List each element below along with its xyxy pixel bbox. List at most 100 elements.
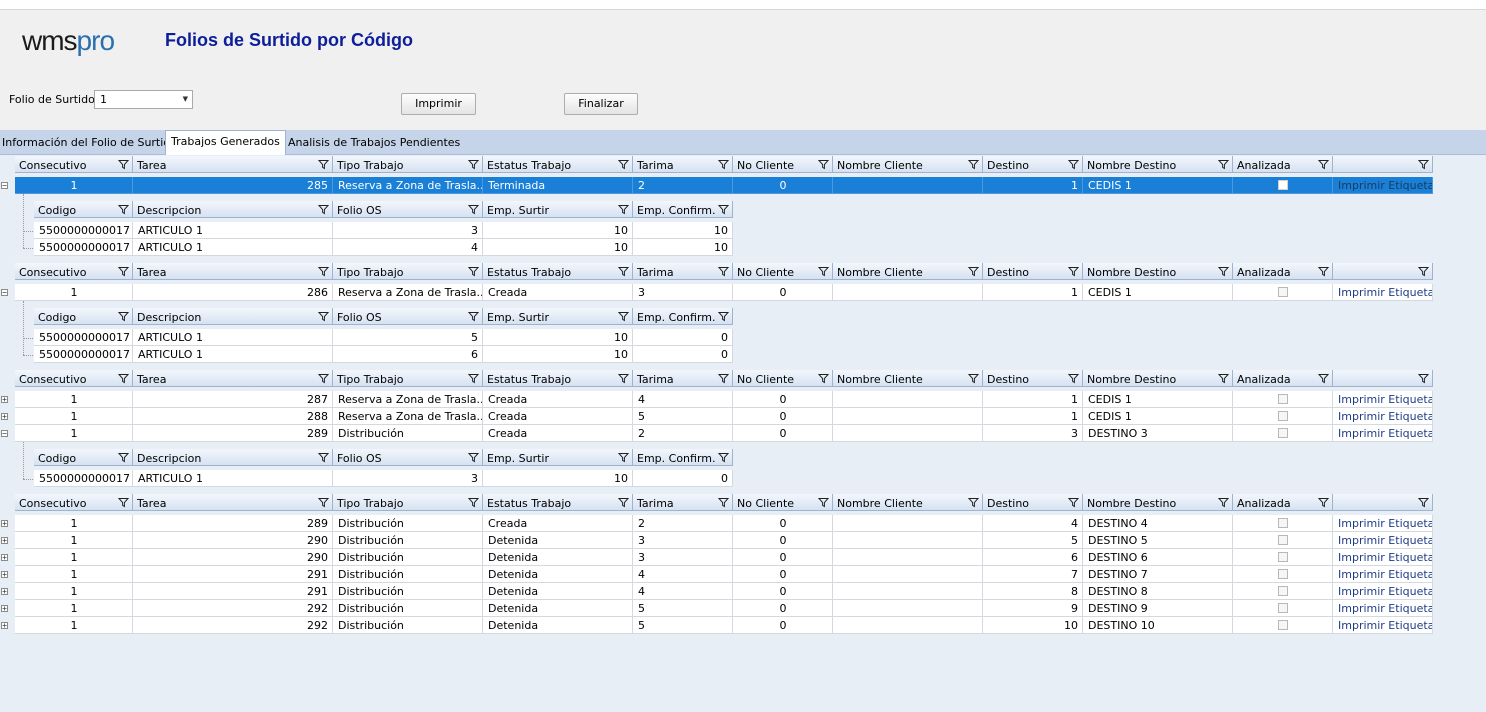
filter-icon[interactable] bbox=[1067, 373, 1080, 384]
detail-header-col-codigo[interactable]: Codigo bbox=[34, 201, 133, 218]
main-header-col-destino[interactable]: Destino bbox=[983, 370, 1083, 387]
detail-header-col-codigo[interactable]: Codigo bbox=[34, 308, 133, 325]
analizada-checkbox[interactable] bbox=[1278, 552, 1288, 562]
imprimir-etiqueta-link[interactable]: Imprimir Etiqueta bbox=[1333, 391, 1433, 408]
filter-icon[interactable] bbox=[817, 373, 830, 384]
filter-icon[interactable] bbox=[617, 266, 630, 277]
imprimir-etiqueta-link[interactable]: Imprimir Etiqueta bbox=[1333, 284, 1433, 301]
imprimir-etiqueta-link[interactable]: Imprimir Etiqueta bbox=[1333, 515, 1433, 532]
detail-header-col-emp-confirm[interactable]: Emp. Confirm. bbox=[633, 201, 733, 218]
main-header-col-tipo-trabajo[interactable]: Tipo Trabajo bbox=[333, 263, 483, 280]
filter-icon[interactable] bbox=[617, 373, 630, 384]
imprimir-etiqueta-link[interactable]: Imprimir Etiqueta bbox=[1333, 532, 1433, 549]
main-header-col-consecutivo[interactable]: Consecutivo bbox=[15, 494, 133, 511]
filter-icon[interactable] bbox=[1217, 373, 1230, 384]
table-row[interactable]: +1 288 Reserva a Zona de Trasla... Creada 5 0… bbox=[0, 408, 1486, 425]
detail-header-col-descripcion[interactable]: Descripcion bbox=[133, 201, 333, 218]
filter-icon[interactable] bbox=[317, 452, 330, 463]
analizada-checkbox[interactable] bbox=[1278, 620, 1288, 630]
filter-icon[interactable] bbox=[967, 373, 980, 384]
collapse-icon[interactable]: − bbox=[1, 289, 8, 297]
filter-icon[interactable] bbox=[317, 373, 330, 384]
table-row[interactable]: +1 290 Distribución Detenida 3 0 5 DESTINO 5 Imp… bbox=[0, 532, 1486, 549]
filter-icon[interactable] bbox=[617, 497, 630, 508]
filter-icon[interactable] bbox=[467, 373, 480, 384]
main-header-col-tipo-trabajo[interactable]: Tipo Trabajo bbox=[333, 156, 483, 173]
analizada-checkbox[interactable] bbox=[1278, 394, 1288, 404]
detail-header-col-emp-surtir[interactable]: Emp. Surtir bbox=[483, 449, 633, 466]
filter-icon[interactable] bbox=[617, 204, 630, 215]
filter-icon[interactable] bbox=[1317, 159, 1330, 170]
filter-icon[interactable] bbox=[1067, 159, 1080, 170]
filter-icon[interactable] bbox=[467, 266, 480, 277]
analizada-checkbox[interactable] bbox=[1278, 428, 1288, 438]
filter-icon[interactable] bbox=[467, 311, 480, 322]
analizada-checkbox[interactable] bbox=[1278, 603, 1288, 613]
main-header-col-tipo-trabajo[interactable]: Tipo Trabajo bbox=[333, 370, 483, 387]
table-row[interactable]: +1 287 Reserva a Zona de Trasla... Creada 4 0… bbox=[0, 391, 1486, 408]
detail-header-col-emp-surtir[interactable]: Emp. Surtir bbox=[483, 201, 633, 218]
filter-icon[interactable] bbox=[317, 266, 330, 277]
main-header-col-tarima[interactable]: Tarima bbox=[633, 156, 733, 173]
folio-select[interactable]: 1 ▼ bbox=[94, 90, 193, 109]
filter-icon[interactable] bbox=[317, 159, 330, 170]
filter-icon[interactable] bbox=[117, 373, 130, 384]
filter-icon[interactable] bbox=[967, 266, 980, 277]
analizada-checkbox[interactable] bbox=[1278, 518, 1288, 528]
main-header-col-nombre-destino[interactable]: Nombre Destino bbox=[1083, 263, 1233, 280]
expand-icon[interactable]: + bbox=[1, 537, 8, 545]
main-header-col-nombre-destino[interactable]: Nombre Destino bbox=[1083, 370, 1233, 387]
collapse-icon[interactable]: − bbox=[1, 430, 8, 438]
main-header-col-tipo-trabajo[interactable]: Tipo Trabajo bbox=[333, 494, 483, 511]
main-header-col-destino[interactable]: Destino bbox=[983, 156, 1083, 173]
expand-icon[interactable]: + bbox=[1, 571, 8, 579]
analizada-checkbox[interactable] bbox=[1278, 180, 1288, 190]
main-header-col-nombre-cliente[interactable]: Nombre Cliente bbox=[833, 156, 983, 173]
expand-icon[interactable]: + bbox=[1, 520, 8, 528]
main-header-col-analizada[interactable]: Analizada bbox=[1233, 263, 1333, 280]
collapse-icon[interactable]: − bbox=[1, 182, 8, 190]
tab-informacion-folio[interactable]: Información del Folio de Surtido bbox=[0, 133, 179, 154]
imprimir-etiqueta-link[interactable]: Imprimir Etiqueta bbox=[1333, 425, 1433, 442]
expand-icon[interactable]: + bbox=[1, 605, 8, 613]
main-header-col-estatus-trabajo[interactable]: Estatus Trabajo bbox=[483, 263, 633, 280]
filter-icon[interactable] bbox=[817, 497, 830, 508]
filter-icon[interactable] bbox=[1417, 266, 1430, 277]
main-header-col-consecutivo[interactable]: Consecutivo bbox=[15, 370, 133, 387]
imprimir-button[interactable]: Imprimir bbox=[401, 93, 476, 115]
filter-icon[interactable] bbox=[717, 452, 730, 463]
imprimir-etiqueta-link[interactable]: Imprimir Etiqueta bbox=[1333, 583, 1433, 600]
filter-icon[interactable] bbox=[717, 266, 730, 277]
analizada-checkbox[interactable] bbox=[1278, 287, 1288, 297]
table-row[interactable]: −1 286 Reserva a Zona de Trasla... Creada 3 0… bbox=[0, 284, 1486, 301]
table-row[interactable]: +1 289 Distribución Creada 2 0 4 DESTINO 4 Impri… bbox=[0, 515, 1486, 532]
main-header-col-tarea[interactable]: Tarea bbox=[133, 263, 333, 280]
filter-icon[interactable] bbox=[1217, 497, 1230, 508]
detail-header-col-descripcion[interactable]: Descripcion bbox=[133, 308, 333, 325]
main-header-col-consecutivo[interactable]: Consecutivo bbox=[15, 156, 133, 173]
detail-row[interactable]: 5500000000017 ARTICULO 1 5 10 0 bbox=[0, 329, 740, 346]
main-header-col-tarima[interactable]: Tarima bbox=[633, 370, 733, 387]
table-row[interactable]: −1 289 Distribución Creada 2 0 3 DESTINO 3 Impri… bbox=[0, 425, 1486, 442]
filter-icon[interactable] bbox=[817, 266, 830, 277]
filter-icon[interactable] bbox=[117, 311, 130, 322]
main-header-col-analizada[interactable]: Analizada bbox=[1233, 370, 1333, 387]
filter-icon[interactable] bbox=[117, 204, 130, 215]
expand-icon[interactable]: + bbox=[1, 622, 8, 630]
detail-header-col-emp-confirm[interactable]: Emp. Confirm. bbox=[633, 308, 733, 325]
expand-icon[interactable]: + bbox=[1, 554, 8, 562]
filter-icon[interactable] bbox=[617, 159, 630, 170]
filter-icon[interactable] bbox=[467, 497, 480, 508]
analizada-checkbox[interactable] bbox=[1278, 411, 1288, 421]
filter-icon[interactable] bbox=[1217, 266, 1230, 277]
filter-icon[interactable] bbox=[467, 452, 480, 463]
detail-header-col-folio-os[interactable]: Folio OS bbox=[333, 449, 483, 466]
tab-analisis-pendientes[interactable]: Analisis de Trabajos Pendientes bbox=[286, 133, 462, 154]
detail-row[interactable]: 5500000000017 ARTICULO 1 3 10 10 bbox=[0, 222, 740, 239]
finalizar-button[interactable]: Finalizar bbox=[564, 93, 638, 115]
imprimir-etiqueta-link[interactable]: Imprimir Etiqueta bbox=[1333, 177, 1433, 194]
imprimir-etiqueta-link[interactable]: Imprimir Etiqueta bbox=[1333, 549, 1433, 566]
filter-icon[interactable] bbox=[717, 311, 730, 322]
filter-icon[interactable] bbox=[717, 204, 730, 215]
detail-row[interactable]: 5500000000017 ARTICULO 1 4 10 10 bbox=[0, 239, 740, 256]
